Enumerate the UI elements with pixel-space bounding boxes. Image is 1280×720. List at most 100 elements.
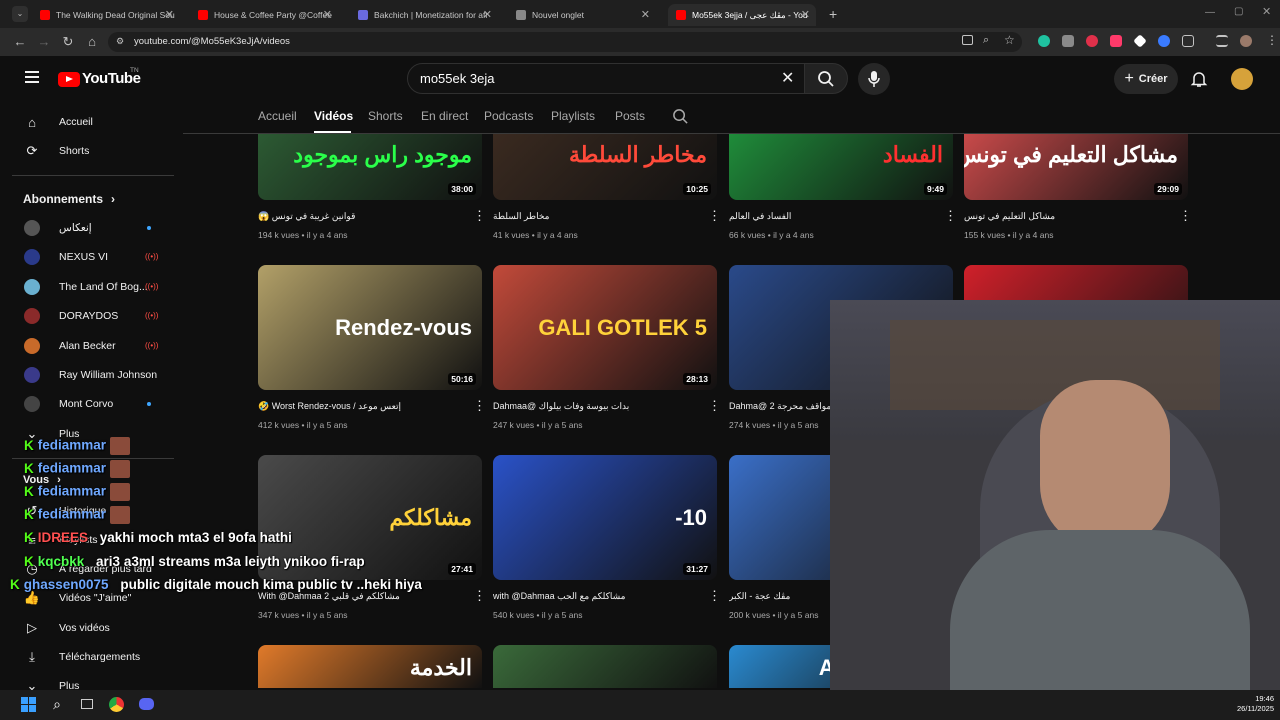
more-options-icon[interactable]: ⋮ — [708, 209, 721, 222]
search-button[interactable] — [804, 63, 848, 94]
channel-tab[interactable]: Shorts — [368, 109, 403, 123]
channel-tab[interactable]: Podcasts — [484, 109, 533, 123]
browser-tab[interactable]: Mo55ek 3ejja / مڤك عجى - You ✕ — [668, 4, 816, 26]
home-icon: ⌂ — [28, 114, 36, 130]
discord-icon[interactable] — [137, 695, 155, 713]
more-options-icon[interactable]: ⋮ — [708, 589, 721, 602]
extension-icon[interactable] — [1062, 35, 1074, 47]
browser-tab[interactable]: The Walking Dead Original Sou ✕ — [32, 4, 180, 26]
notifications-bell-icon[interactable] — [1190, 70, 1208, 88]
zoom-icon[interactable]: ⌕ — [983, 34, 989, 47]
browser-tab[interactable]: Bakchich | Monetization for afr ✕ — [350, 4, 498, 26]
video-thumbnail[interactable]: مشاكل التعليم في تونس 29:09 — [964, 134, 1188, 200]
extension-icon[interactable] — [1086, 35, 1098, 47]
channel-tab[interactable]: Posts — [615, 109, 645, 123]
video-title[interactable]: مشاكلكم في قلبي 2 With @Dahmaa — [258, 591, 463, 602]
new-content-dot — [147, 402, 151, 407]
sidebar-you-item[interactable]: ▷ Vos vidéos — [0, 614, 170, 642]
more-options-icon[interactable]: ⋮ — [708, 399, 721, 412]
extension-icon[interactable] — [1110, 35, 1122, 47]
browser-menu-icon[interactable]: ⋮ — [1266, 33, 1278, 47]
reload-icon[interactable]: ↻ — [60, 34, 76, 50]
thumbnail-caption: مشاكلكم — [389, 505, 472, 530]
forward-arrow-icon[interactable]: → — [36, 34, 52, 50]
video-title[interactable]: مخاطر السلطة — [493, 211, 698, 222]
video-thumbnail[interactable]: -10 31:27 — [493, 455, 717, 580]
more-options-icon[interactable]: ⋮ — [1179, 209, 1192, 222]
video-title[interactable]: إتعس موعد / Worst Rendez-vous 🤣 — [258, 401, 463, 412]
channel-tab[interactable]: En direct — [421, 109, 468, 123]
chat-text: public digitale mouch kima public tv ..h… — [120, 577, 422, 592]
home-browser-icon[interactable]: ⌂ — [84, 34, 100, 50]
close-tab-icon[interactable]: ✕ — [323, 8, 332, 21]
cast-icon[interactable] — [962, 35, 973, 45]
browser-tab[interactable]: Nouvel onglet ✕ — [508, 4, 656, 26]
search-query[interactable]: mo55ek 3eja — [420, 71, 494, 86]
close-tab-icon[interactable]: ✕ — [801, 8, 810, 21]
more-options-icon[interactable]: ⋮ — [473, 209, 486, 222]
subscription-item[interactable]: DORAYDOS ((•)) — [0, 302, 170, 330]
profile-avatar[interactable] — [1240, 35, 1252, 47]
video-thumbnail[interactable]: مخاطر السلطة 10:25 — [493, 134, 717, 200]
youtube-logo-icon[interactable] — [58, 72, 80, 87]
tab-list-icon[interactable]: ⌄ — [12, 6, 28, 22]
channel-tab[interactable]: Playlists — [551, 109, 595, 123]
voice-search-button[interactable] — [858, 63, 890, 95]
subscription-item[interactable]: Ray William Johnson — [0, 361, 170, 389]
extension-icon[interactable] — [1038, 35, 1050, 47]
sidebar-item-accueil[interactable]: ⌂ Accueil — [0, 108, 170, 136]
video-title[interactable]: الفساد في العالم — [729, 211, 934, 222]
subscription-item[interactable]: Mont Corvo — [0, 390, 170, 418]
subscriptions-header[interactable]: Abonnements › — [23, 192, 115, 206]
close-tab-icon[interactable]: ✕ — [641, 8, 650, 21]
video-thumbnail[interactable] — [493, 645, 717, 688]
thumbnail-caption: Rendez-vous — [335, 315, 472, 340]
task-view-icon[interactable] — [78, 695, 96, 713]
browser-tab[interactable]: House & Coffee Party @Coffee ✕ — [190, 4, 338, 26]
video-thumbnail[interactable]: الخدمة — [258, 645, 482, 688]
clear-search-icon[interactable]: ✕ — [781, 68, 794, 88]
create-button[interactable]: + Créer — [1114, 64, 1178, 94]
account-avatar[interactable] — [1231, 68, 1253, 90]
new-tab-button[interactable]: + — [829, 6, 837, 22]
subscription-item[interactable]: NEXUS VI ((•)) — [0, 243, 170, 271]
taskbar-search-icon[interactable]: ⌕ — [48, 695, 66, 713]
maximize-button[interactable]: ▢ — [1234, 6, 1243, 17]
minimize-button[interactable]: — — [1205, 7, 1215, 18]
extension-icon[interactable] — [1158, 35, 1170, 47]
subscription-item[interactable]: إنعكاس — [0, 214, 170, 242]
emote-image — [110, 483, 131, 501]
close-window-button[interactable]: ✕ — [1262, 5, 1271, 18]
url-text[interactable]: youtube.com/@Mo55eK3eJjA/videos — [134, 36, 290, 47]
sidebar-item-shorts[interactable]: ⟳ Shorts — [0, 137, 170, 165]
video-thumbnail[interactable]: GALI GOTLEK 5 28:13 — [493, 265, 717, 390]
video-title[interactable]: قوانين غريبة في تونس 😱 — [258, 211, 463, 222]
video-thumbnail[interactable]: الفساد 9:49 — [729, 134, 953, 200]
close-tab-icon[interactable]: ✕ — [483, 8, 492, 21]
puzzle-icon[interactable] — [1182, 35, 1194, 47]
reading-list-icon[interactable] — [1216, 35, 1228, 47]
chrome-icon[interactable] — [107, 695, 125, 713]
video-title[interactable]: بدات بيوسة وفات بيلواك @Dahmaa — [493, 401, 698, 412]
hamburger-menu-icon[interactable] — [25, 71, 39, 83]
more-options-icon[interactable]: ⋮ — [473, 589, 486, 602]
more-options-icon[interactable]: ⋮ — [944, 209, 957, 222]
video-title[interactable]: مشاكلكم مع الحب with @Dahmaa — [493, 591, 698, 602]
bookmark-star-icon[interactable]: ☆ — [1004, 33, 1015, 47]
subscription-item[interactable]: Alan Becker ((•)) — [0, 332, 170, 360]
video-thumbnail[interactable]: Rendez-vous 50:16 — [258, 265, 482, 390]
windows-start-icon[interactable] — [19, 695, 37, 713]
chat-username: ghassen0075 — [23, 577, 109, 592]
channel-tab[interactable]: Accueil — [258, 109, 297, 123]
back-arrow-icon[interactable]: ← — [12, 34, 28, 50]
channel-tab[interactable]: Vidéos — [314, 109, 353, 123]
site-info-icon[interactable]: ⚙ — [116, 36, 124, 47]
sidebar-you-item[interactable]: ⤓ Téléchargements — [0, 643, 170, 671]
subscription-item[interactable]: The Land Of Bog... ((•)) — [0, 273, 170, 301]
video-title[interactable]: مشاكل التعليم في تونس — [964, 211, 1169, 222]
chat-text: ari3 a3ml streams m3a leiyth ynikoo fi-r… — [96, 554, 365, 569]
close-tab-icon[interactable]: ✕ — [165, 8, 174, 21]
channel-search-icon[interactable] — [672, 108, 689, 125]
video-thumbnail[interactable]: موجود راس بموجود 38:00 — [258, 134, 482, 200]
more-options-icon[interactable]: ⋮ — [473, 399, 486, 412]
